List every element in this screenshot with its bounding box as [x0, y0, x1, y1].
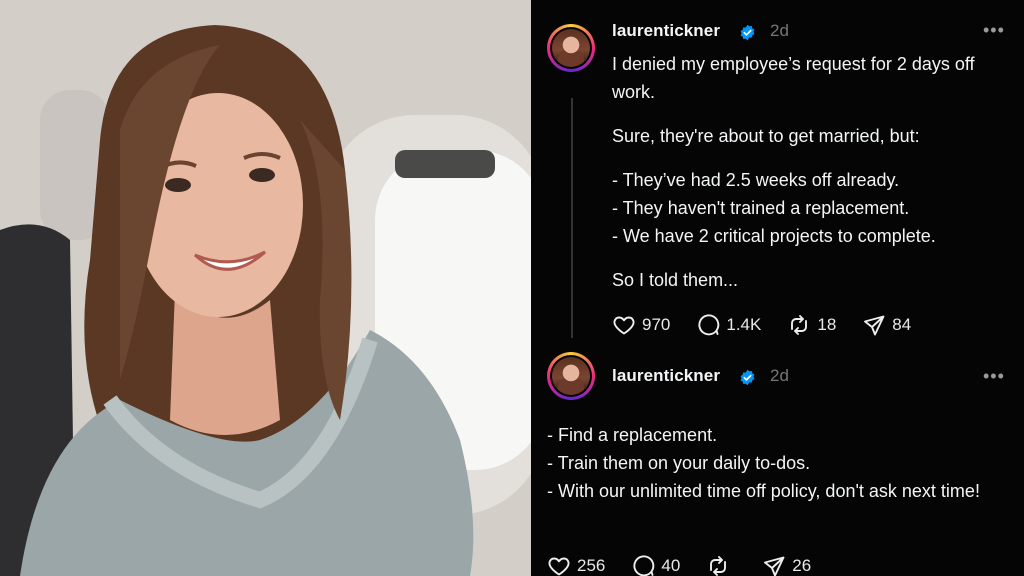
repost-count: 18	[817, 315, 837, 334]
like-button[interactable]: 256	[547, 554, 605, 576]
avatar[interactable]	[547, 24, 595, 72]
comment-count: 1.4K	[726, 315, 762, 334]
post-actions: 256 40 26	[547, 554, 837, 576]
photo-illustration	[0, 0, 531, 576]
comment-icon	[633, 555, 655, 576]
like-count: 256	[577, 556, 606, 575]
share-button[interactable]: 84	[862, 313, 911, 337]
send-icon	[864, 315, 885, 336]
like-button[interactable]: 970	[612, 313, 670, 337]
share-count: 84	[892, 315, 912, 334]
comment-count: 40	[661, 556, 681, 575]
verified-badge-icon	[740, 24, 755, 41]
ellipsis-icon[interactable]: •••	[983, 20, 1005, 41]
post-list-item: - We have 2 critical projects to complet…	[612, 226, 936, 246]
post-paragraph: Sure, they're about to get married, but:	[612, 126, 920, 146]
heart-icon	[613, 316, 635, 335]
like-count: 970	[642, 315, 671, 334]
repost-icon	[791, 315, 808, 335]
share-count: 26	[792, 556, 812, 575]
share-button[interactable]: 26	[762, 554, 811, 576]
post-list-item: - They haven't trained a replacement.	[612, 198, 910, 218]
post-body: I denied my employee’s request for 2 day…	[612, 50, 1012, 294]
username-link[interactable]: laurentickner	[612, 21, 720, 41]
thread-connector	[571, 98, 573, 338]
ellipsis-icon[interactable]: •••	[983, 366, 1005, 387]
post-list-item: - Train them on your daily to-dos.	[547, 453, 811, 473]
verified-badge-icon	[740, 369, 755, 386]
post-actions: 970 1.4K 18 84	[612, 313, 937, 337]
repost-button[interactable]: 18	[787, 313, 836, 337]
post-list-item: - Find a replacement.	[547, 425, 718, 445]
heart-icon	[548, 557, 570, 576]
post-paragraph: So I told them...	[612, 270, 739, 290]
username-link[interactable]: laurentickner	[612, 366, 720, 386]
post-list-item: - They’ve had 2.5 weeks off already.	[612, 170, 900, 190]
repost-icon	[710, 556, 727, 576]
repost-button[interactable]	[706, 554, 736, 576]
comment-button[interactable]: 1.4K	[696, 313, 761, 337]
comment-button[interactable]: 40	[631, 554, 680, 576]
post-body: - Find a replacement. - Train them on yo…	[547, 421, 1007, 505]
send-icon	[764, 556, 785, 576]
profile-photo	[0, 0, 531, 576]
post-list-item: - With our unlimited time off policy, do…	[547, 481, 980, 501]
post-paragraph: I denied my employee’s request for 2 day…	[612, 54, 975, 102]
comment-icon	[698, 314, 720, 336]
avatar[interactable]	[547, 352, 595, 400]
post-timestamp: 2d	[770, 21, 789, 40]
avatar-image	[552, 357, 590, 395]
thread-panel: laurentickner 2d ••• I denied my employe…	[531, 0, 1024, 576]
avatar-image	[552, 29, 590, 67]
post-timestamp: 2d	[770, 366, 789, 385]
